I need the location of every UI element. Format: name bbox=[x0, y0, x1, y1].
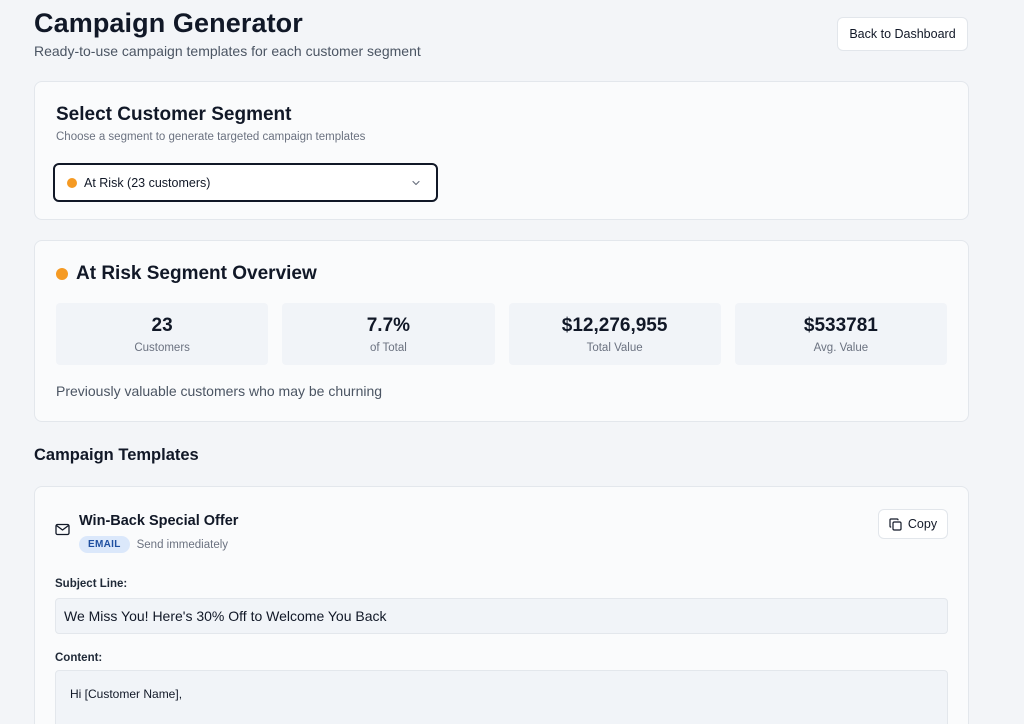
segment-overview-card: At Risk Segment Overview 23 Customers 7.… bbox=[34, 240, 969, 422]
segment-select-card: Select Customer Segment Choose a segment… bbox=[34, 81, 969, 220]
segment-select-title: Select Customer Segment bbox=[56, 104, 292, 125]
template-timing: Send immediately bbox=[136, 538, 229, 551]
segment-color-dot bbox=[56, 268, 68, 280]
overview-header: At Risk Segment Overview bbox=[56, 263, 317, 285]
stat-label: Avg. Value bbox=[813, 341, 869, 354]
chevron-down-icon bbox=[412, 180, 420, 186]
back-to-dashboard-button[interactable]: Back to Dashboard bbox=[837, 17, 968, 51]
content-label: Content: bbox=[55, 652, 103, 664]
stat-value: 7.7% bbox=[366, 314, 411, 336]
stat-value: $533781 bbox=[803, 314, 878, 336]
channel-badge: EMAIL bbox=[79, 536, 130, 553]
stat-label: Customers bbox=[134, 341, 190, 354]
campaign-template-card: Win-Back Special Offer EMAIL Send immedi… bbox=[34, 486, 969, 724]
content-text: Hi [Customer Name], bbox=[70, 687, 183, 701]
stat-customers: 23 Customers bbox=[56, 303, 269, 365]
overview-title: At Risk Segment Overview bbox=[76, 263, 317, 284]
overview-stats: 23 Customers 7.7% of Total $12,276,955 T… bbox=[56, 303, 947, 365]
content-field[interactable]: Hi [Customer Name], bbox=[55, 670, 948, 724]
copy-button-label: Copy bbox=[907, 517, 938, 531]
stat-total-value: $12,276,955 Total Value bbox=[508, 303, 721, 365]
page: Campaign Generator Ready-to-use campaign… bbox=[0, 0, 1024, 724]
segment-color-dot bbox=[67, 177, 77, 188]
segment-dropdown-value: At Risk (23 customers) bbox=[84, 175, 211, 190]
mail-icon bbox=[55, 523, 70, 536]
template-title: Win-Back Special Offer bbox=[79, 513, 239, 529]
page-header: Campaign Generator Ready-to-use campaign… bbox=[34, 0, 968, 80]
page-title: Campaign Generator bbox=[34, 8, 303, 38]
stat-value: 23 bbox=[151, 314, 173, 336]
subject-line-field[interactable]: We Miss You! Here's 30% Off to Welcome Y… bbox=[55, 598, 948, 634]
overview-description: Previously valuable customers who may be… bbox=[56, 383, 383, 399]
segment-dropdown[interactable]: At Risk (23 customers) bbox=[53, 163, 438, 202]
copy-button[interactable]: Copy bbox=[878, 509, 948, 539]
segment-select-description: Choose a segment to generate targeted ca… bbox=[56, 131, 366, 143]
template-meta: EMAIL Send immediately bbox=[79, 536, 228, 553]
stat-label: Total Value bbox=[586, 341, 643, 354]
page-subtitle: Ready-to-use campaign templates for each… bbox=[34, 43, 421, 59]
stat-avg-value: $533781 Avg. Value bbox=[734, 303, 947, 365]
campaign-templates-heading: Campaign Templates bbox=[34, 446, 199, 464]
stat-value: $12,276,955 bbox=[561, 314, 668, 336]
subject-line-label: Subject Line: bbox=[55, 578, 128, 590]
copy-icon bbox=[889, 517, 902, 531]
stat-label: of Total bbox=[369, 341, 407, 354]
stat-percent-of-total: 7.7% of Total bbox=[282, 303, 495, 365]
